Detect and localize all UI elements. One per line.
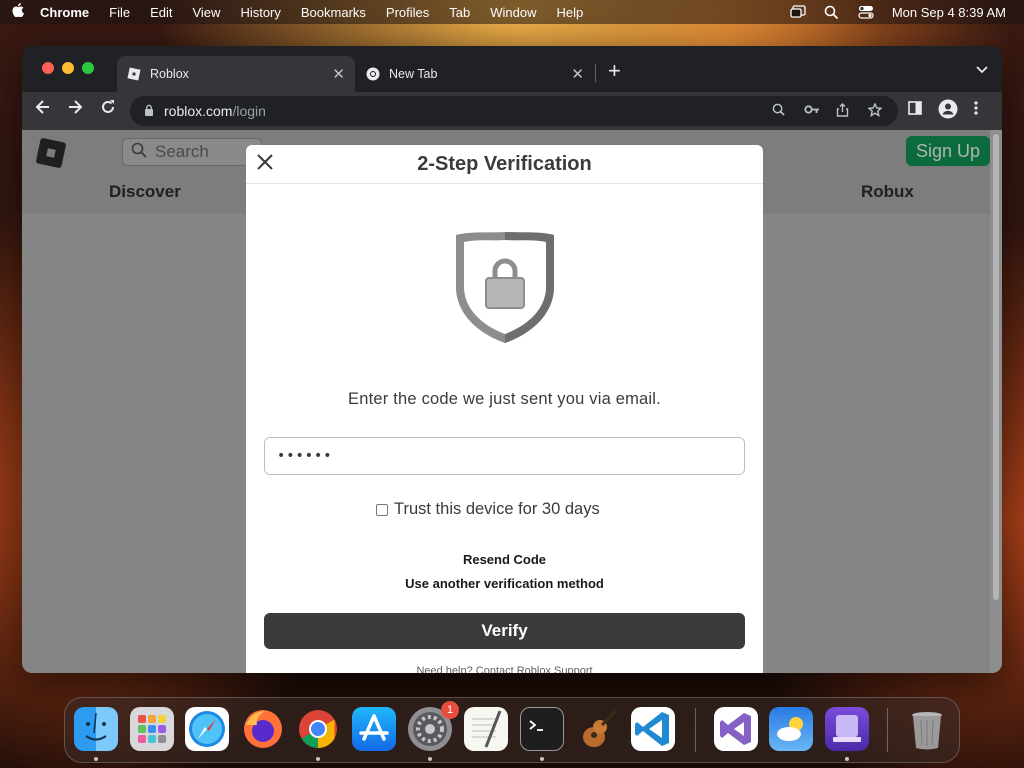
verification-modal: 2-Step Verification Enter the code we ju… — [246, 145, 763, 673]
safari-icon[interactable] — [185, 707, 229, 751]
nav-discover[interactable]: Discover — [109, 182, 181, 202]
side-panel-icon[interactable] — [908, 101, 922, 118]
launchpad-icon[interactable] — [130, 707, 174, 751]
tab-roblox[interactable]: Roblox ✕ — [117, 56, 355, 92]
app-store-icon[interactable] — [352, 707, 396, 751]
address-bar[interactable]: roblox.com/login — [130, 96, 898, 126]
bookmark-star-icon[interactable] — [867, 102, 883, 120]
help-text[interactable]: Need help? Contact Roblox Support — [246, 665, 763, 673]
tab-close-icon[interactable]: ✕ — [332, 65, 345, 83]
reload-icon[interactable] — [97, 99, 119, 120]
password-key-icon[interactable] — [804, 103, 820, 119]
garageband-icon[interactable] — [576, 707, 620, 751]
menubar-clock[interactable]: Mon Sep 4 8:39 AM — [892, 5, 1006, 20]
chrome-favicon-icon — [366, 67, 380, 81]
forward-arrow-icon[interactable] — [64, 99, 86, 120]
terminal-icon[interactable] — [520, 707, 564, 751]
instruction-text: Enter the code we just sent you via emai… — [348, 390, 661, 408]
menu-bookmarks[interactable]: Bookmarks — [301, 5, 366, 20]
menu-profiles[interactable]: Profiles — [386, 5, 429, 20]
search-icon — [131, 142, 147, 163]
running-indicator — [94, 757, 98, 761]
tab-title: New Tab — [389, 67, 438, 81]
tab-separator — [595, 64, 596, 82]
close-window-button[interactable] — [42, 62, 54, 74]
window-controls — [42, 62, 94, 74]
visual-studio-icon[interactable] — [714, 707, 758, 751]
chrome-icon[interactable] — [296, 707, 340, 751]
trash-icon[interactable] — [905, 707, 949, 751]
control-center-icon[interactable] — [858, 5, 874, 19]
menu-view[interactable]: View — [192, 5, 220, 20]
menu-edit[interactable]: Edit — [150, 5, 172, 20]
trust-device-checkbox[interactable] — [376, 503, 388, 516]
resend-code-link[interactable]: Resend Code — [246, 552, 763, 567]
vscode-icon[interactable] — [631, 707, 675, 751]
menu-tab[interactable]: Tab — [449, 5, 470, 20]
modal-header: 2-Step Verification — [246, 145, 763, 184]
textedit-icon[interactable] — [464, 707, 508, 751]
dock-separator — [695, 708, 696, 752]
roblox-favicon-icon — [127, 67, 141, 81]
roblox-search-input[interactable]: Search — [122, 138, 262, 166]
chrome-menu-icon[interactable] — [974, 101, 978, 118]
nav-robux[interactable]: Robux — [861, 182, 914, 202]
verification-code-input[interactable]: •••••• — [264, 437, 745, 475]
tab-strip: Roblox ✕ New Tab ✕ + — [22, 46, 1002, 92]
browser-window: Roblox ✕ New Tab ✕ + roblox.com /login S… — [22, 46, 1002, 673]
profile-avatar-icon[interactable] — [938, 99, 958, 122]
maximize-window-button[interactable] — [82, 62, 94, 74]
tab-search-chevron-icon[interactable] — [976, 62, 988, 77]
firefox-icon[interactable] — [241, 707, 285, 751]
trust-device-label[interactable]: Trust this device for 30 days — [394, 500, 600, 519]
menu-app-name[interactable]: Chrome — [40, 5, 89, 20]
zoom-search-icon[interactable] — [772, 103, 785, 119]
lock-icon[interactable] — [144, 104, 154, 119]
tab-close-icon[interactable]: ✕ — [571, 65, 584, 83]
dock — [64, 697, 960, 763]
menu-file[interactable]: File — [109, 5, 130, 20]
back-arrow-icon[interactable] — [32, 99, 54, 120]
menu-window[interactable]: Window — [490, 5, 536, 20]
apple-menu-icon[interactable] — [0, 3, 36, 21]
minimize-window-button[interactable] — [62, 62, 74, 74]
roblox-logo-icon[interactable] — [35, 137, 67, 169]
trust-device-row[interactable]: Trust this device for 30 days — [376, 500, 600, 519]
menu-help[interactable]: Help — [557, 5, 584, 20]
modal-title: 2-Step Verification — [417, 153, 592, 175]
tab-new-tab[interactable]: New Tab ✕ — [356, 56, 594, 92]
scrollbar-thumb[interactable] — [993, 134, 999, 600]
url-path: /login — [232, 103, 266, 119]
verify-button[interactable]: Verify — [264, 613, 745, 649]
weather-icon[interactable] — [769, 707, 813, 751]
menu-history[interactable]: History — [240, 5, 280, 20]
spotlight-search-icon[interactable] — [824, 5, 840, 19]
page-scrollbar[interactable] — [990, 130, 1002, 673]
running-indicator — [316, 757, 320, 761]
notification-badge: 1 — [441, 701, 459, 719]
screen-mirroring-icon[interactable] — [790, 5, 806, 19]
running-indicator — [428, 757, 432, 761]
new-tab-plus-icon[interactable]: + — [608, 60, 621, 82]
search-placeholder: Search — [155, 142, 209, 161]
share-icon[interactable] — [836, 103, 849, 120]
dock-separator — [887, 708, 888, 752]
menu-bar: Chrome File Edit View History Bookmarks … — [0, 0, 1024, 24]
finder-icon[interactable] — [74, 707, 118, 751]
url-host: roblox.com — [164, 103, 233, 119]
page-content: Search Sign Up Discover Robux 2-Step Ver… — [22, 130, 1002, 673]
simulator-icon[interactable] — [825, 707, 869, 751]
running-indicator — [845, 757, 849, 761]
running-indicator — [540, 757, 544, 761]
other-method-link[interactable]: Use another verification method — [246, 576, 763, 591]
tab-title: Roblox — [150, 67, 189, 81]
shield-lock-icon — [453, 229, 557, 352]
signup-button[interactable]: Sign Up — [906, 136, 990, 166]
browser-toolbar: roblox.com/login — [22, 92, 1002, 130]
